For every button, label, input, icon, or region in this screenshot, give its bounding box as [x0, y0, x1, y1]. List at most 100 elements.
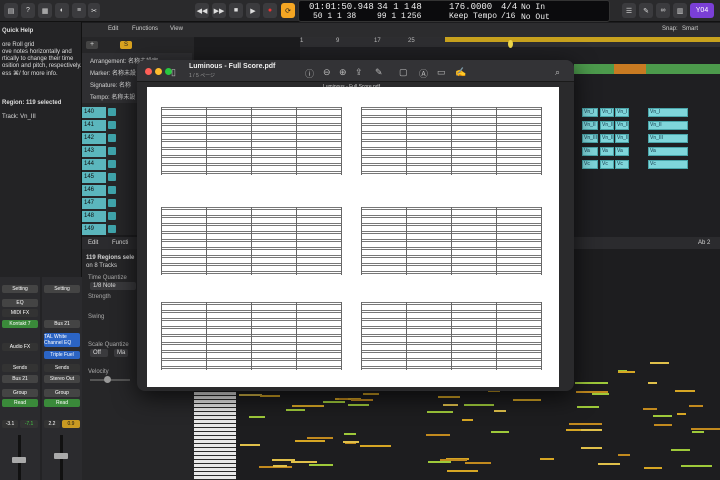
pr-functions-menu[interactable]: Functi — [112, 240, 128, 246]
midi-note[interactable] — [618, 454, 630, 457]
midi-note[interactable] — [677, 413, 687, 416]
midi-note[interactable] — [344, 432, 357, 435]
midi-fx-slot[interactable]: MIDI FX — [2, 309, 38, 317]
pr-edit-menu[interactable]: Edit — [88, 240, 98, 246]
midi-note[interactable] — [491, 430, 510, 433]
midi-note[interactable] — [425, 434, 451, 437]
toolbar-icon[interactable]: ▦ — [38, 3, 52, 18]
track-number[interactable]: 140 — [82, 107, 106, 118]
midi-region[interactable]: Vn_III — [582, 134, 598, 143]
midi-note[interactable] — [360, 444, 391, 447]
volume-fader[interactable] — [54, 453, 68, 459]
midi-note[interactable] — [689, 404, 704, 407]
signature-track[interactable]: Signature: 名称 — [90, 80, 131, 89]
midi-note[interactable] — [642, 407, 657, 410]
loops-icon[interactable]: ∞ — [656, 3, 670, 18]
quantize-select[interactable]: 1/8 Note — [90, 282, 136, 290]
audio-fx-slot[interactable]: Audio FX — [2, 343, 38, 351]
track-number[interactable]: 143 — [82, 146, 106, 157]
lcd-signature[interactable]: 4/4 — [501, 2, 517, 12]
plugin-slot[interactable]: TAL White Channel EQ — [44, 333, 80, 347]
midi-note[interactable] — [343, 441, 360, 444]
midi-region[interactable]: Vn_I — [600, 108, 614, 117]
view-menu[interactable]: View — [170, 26, 183, 32]
midi-note[interactable] — [681, 464, 712, 467]
close-icon[interactable] — [145, 68, 152, 75]
midi-note[interactable] — [513, 399, 542, 402]
midi-note[interactable] — [648, 382, 657, 385]
rotate-icon[interactable]: ▢ — [399, 67, 408, 78]
track-number[interactable]: 148 — [82, 211, 106, 222]
piano-keyboard[interactable] — [194, 392, 236, 480]
lcd-display[interactable]: 01:01:50.948 50 1 1 38 34 1 1 99 1 1 48 … — [298, 0, 610, 22]
track-number[interactable]: 142 — [82, 133, 106, 144]
browser-icon[interactable]: ▥ — [673, 3, 687, 18]
list-editor-icon[interactable]: ☰ — [622, 3, 636, 18]
midi-note[interactable] — [493, 409, 507, 412]
midi-note[interactable] — [598, 463, 621, 466]
midi-note[interactable] — [443, 403, 459, 406]
form-icon[interactable]: ▭ — [437, 67, 446, 78]
edit-menu[interactable]: Edit — [108, 26, 118, 32]
midi-note[interactable] — [565, 428, 581, 431]
preview-titlebar[interactable]: ▯ Luminous - Full Score.pdf 1 / 5 ページ ⓘ … — [137, 60, 574, 82]
midi-note[interactable] — [577, 406, 600, 409]
midi-region[interactable]: Va — [648, 147, 688, 156]
plugin-slot[interactable]: Triple Fuel — [44, 351, 80, 359]
marker-track[interactable]: Marker: 名称未設 — [90, 68, 136, 77]
notepad-icon[interactable]: ✎ — [639, 3, 653, 18]
volume-fader[interactable] — [12, 457, 26, 463]
preview-window[interactable]: ▯ Luminous - Full Score.pdf 1 / 5 ページ ⓘ … — [137, 60, 574, 391]
midi-region[interactable]: Vn_I — [582, 108, 598, 117]
midi-note[interactable] — [291, 404, 325, 407]
mixer-icon[interactable]: ≡ — [72, 3, 86, 18]
midi-note[interactable] — [691, 431, 704, 434]
midi-note[interactable] — [323, 401, 346, 404]
midi-region[interactable]: Vc — [648, 160, 688, 169]
midi-region[interactable]: Vn_III — [600, 134, 614, 143]
snap-value[interactable]: Smart — [682, 26, 698, 32]
midi-note[interactable] — [650, 362, 669, 365]
instrument-slot[interactable]: Kontakt 7 — [2, 320, 38, 328]
midi-note[interactable] — [653, 423, 672, 426]
midi-region[interactable]: Vn_III — [615, 134, 629, 143]
midi-note[interactable] — [465, 462, 492, 465]
markup-icon[interactable]: ✎ — [375, 67, 383, 78]
add-track-button[interactable]: + — [86, 41, 98, 49]
pdf-page[interactable] — [147, 87, 559, 387]
midi-region[interactable]: Vn_II — [582, 121, 598, 130]
midi-note[interactable] — [575, 382, 608, 385]
arrangement-region[interactable] — [574, 64, 720, 74]
midi-note[interactable] — [569, 422, 603, 425]
midi-note[interactable] — [671, 449, 690, 452]
midi-note[interactable] — [539, 457, 554, 460]
midi-note[interactable] — [363, 393, 380, 396]
midi-note[interactable] — [461, 419, 473, 422]
track-number[interactable]: 145 — [82, 172, 106, 183]
velocity-slider[interactable] — [104, 376, 111, 383]
library-icon[interactable]: ▤ — [4, 3, 18, 18]
minimize-icon[interactable] — [155, 68, 162, 75]
rewind-icon[interactable]: ◀◀ — [195, 3, 209, 18]
midi-note[interactable] — [591, 392, 609, 395]
midi-note[interactable] — [294, 440, 325, 443]
record-icon[interactable]: ● — [263, 3, 277, 18]
midi-note[interactable] — [351, 399, 373, 402]
midi-note[interactable] — [348, 404, 370, 407]
midi-note[interactable] — [427, 460, 451, 463]
sign-icon[interactable]: ✍ — [455, 67, 466, 78]
lcd-tempo[interactable]: 176.0000 — [449, 2, 492, 12]
track-number[interactable]: 146 — [82, 185, 106, 196]
midi-region[interactable]: Vc — [600, 160, 614, 169]
search-icon[interactable]: ⌕ — [555, 67, 560, 78]
midi-region[interactable]: Vn_III — [648, 134, 688, 143]
output-slot[interactable]: Stereo Out — [44, 375, 80, 383]
eq-button[interactable]: EQ — [2, 299, 38, 307]
midi-region[interactable]: Va — [582, 147, 598, 156]
midi-note[interactable] — [446, 469, 478, 472]
scale-mode-select[interactable]: Ma — [114, 349, 128, 357]
midi-note[interactable] — [581, 446, 603, 449]
midi-note[interactable] — [575, 391, 609, 394]
arrangement-region-marked[interactable] — [614, 64, 646, 74]
midi-note[interactable] — [239, 443, 260, 446]
